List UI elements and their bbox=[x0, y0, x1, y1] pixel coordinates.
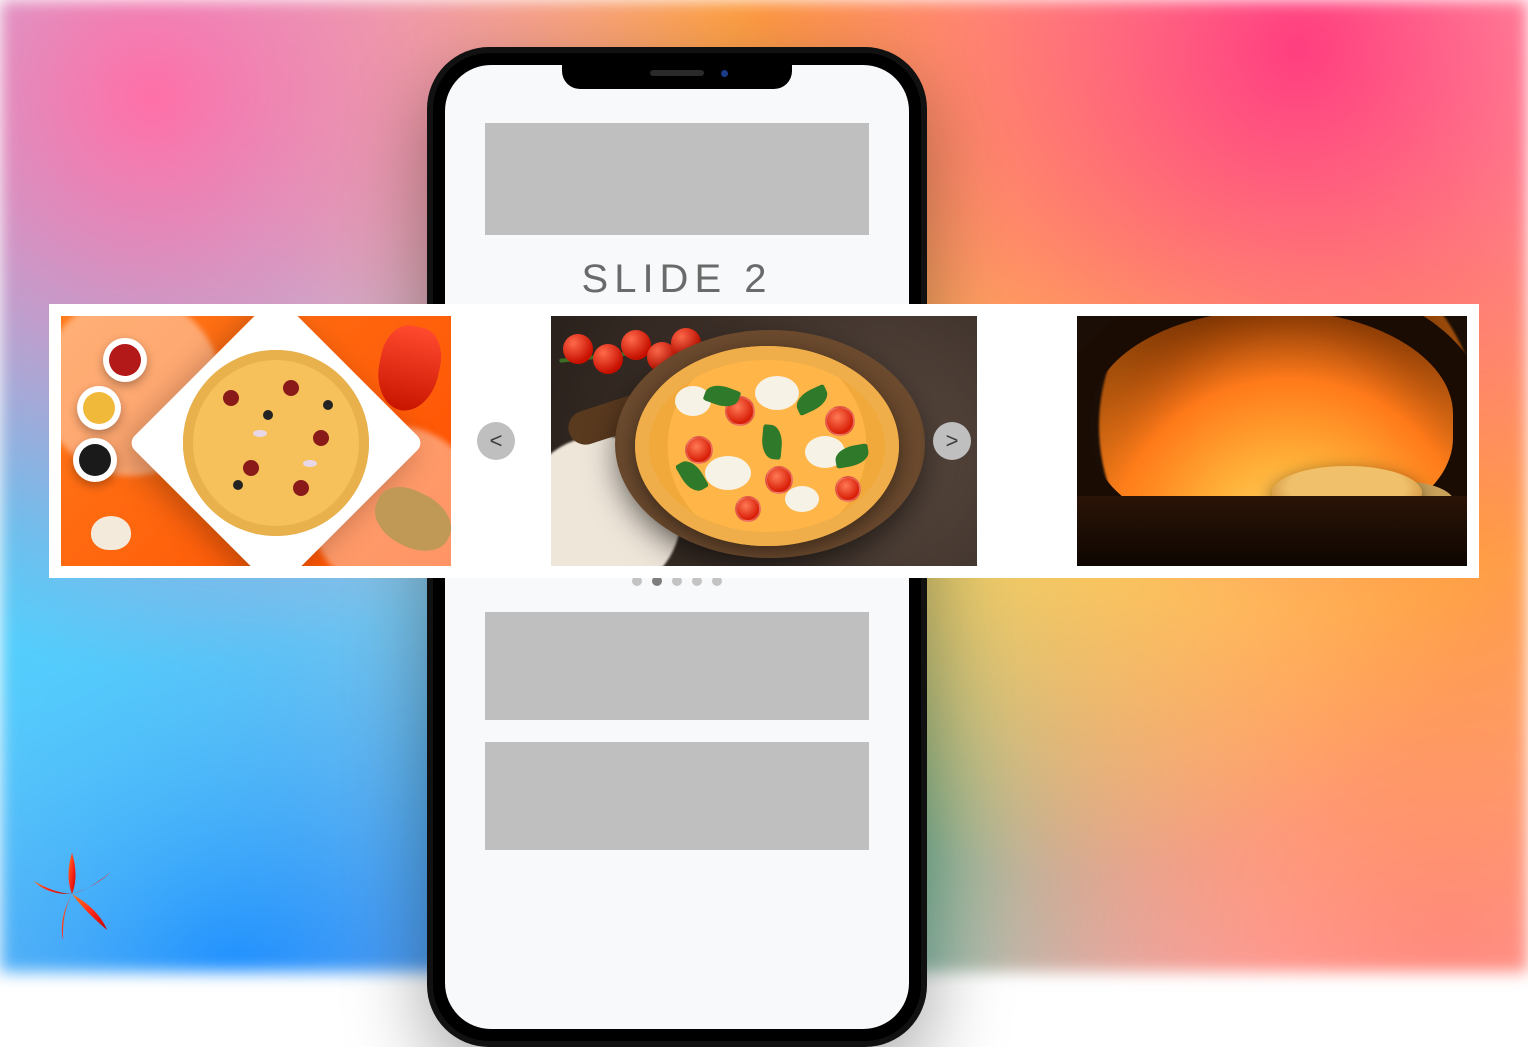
slide-card-1[interactable] bbox=[61, 316, 451, 566]
slide-card-3[interactable] bbox=[1077, 316, 1467, 566]
phone-notch bbox=[562, 59, 792, 89]
chevron-left-icon: < bbox=[490, 428, 503, 454]
placeholder-block bbox=[485, 742, 869, 850]
chevron-right-icon: > bbox=[946, 428, 959, 454]
next-button[interactable]: > bbox=[933, 422, 971, 460]
slide-card-2[interactable] bbox=[551, 316, 977, 566]
placeholder-block bbox=[485, 612, 869, 720]
brand-asterisk-icon bbox=[28, 844, 116, 944]
placeholder-block bbox=[485, 123, 869, 235]
prev-button[interactable]: < bbox=[477, 422, 515, 460]
carousel-strip: < > bbox=[49, 304, 1479, 578]
slide-title: SLIDE 2 bbox=[582, 257, 773, 302]
